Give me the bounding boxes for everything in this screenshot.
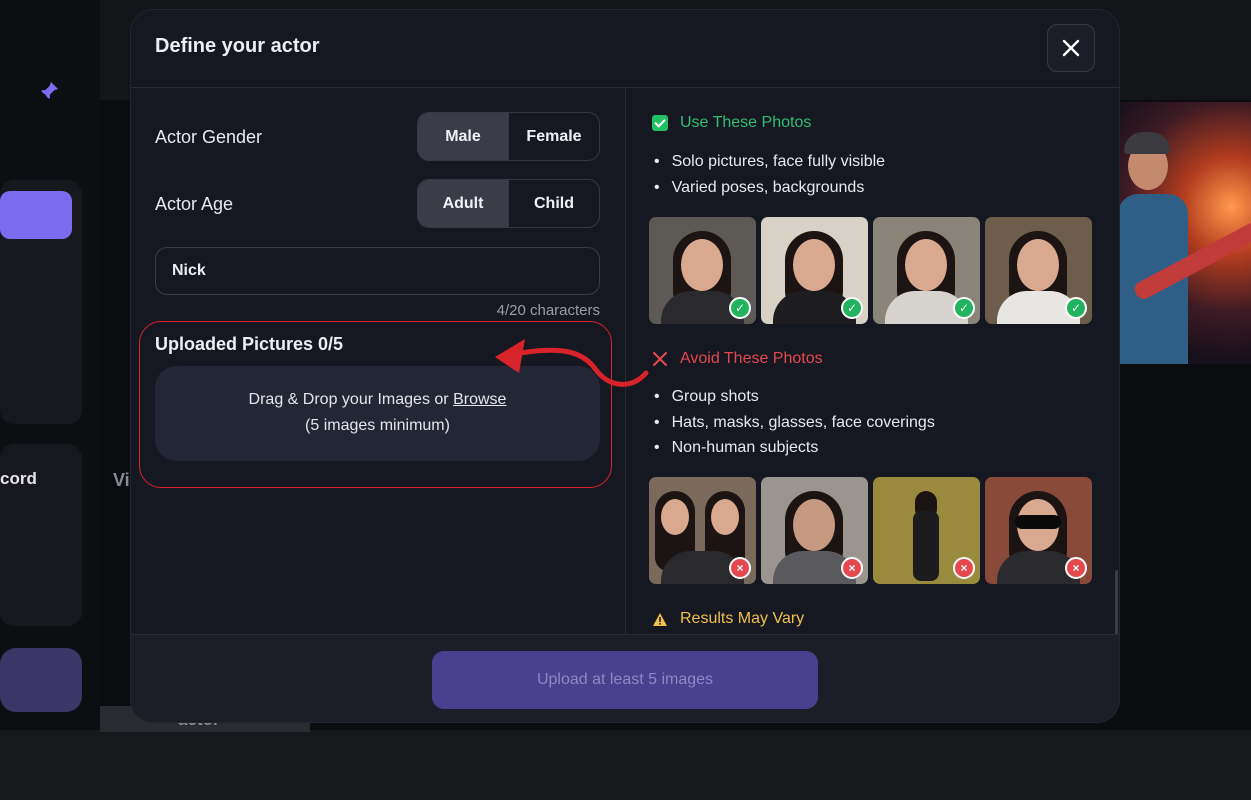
age-option-adult[interactable]: Adult — [418, 180, 508, 227]
check-icon: ✓ — [841, 297, 863, 319]
results-warning: Results May Vary — [652, 610, 804, 628]
background-card-label: cord — [0, 469, 37, 488]
sunglasses-icon — [1015, 515, 1061, 529]
avoid-photos-heading: Avoid These Photos — [652, 350, 823, 368]
results-warning-text: Results May Vary — [680, 610, 805, 627]
background-active-item — [0, 191, 72, 239]
x-icon: × — [841, 557, 863, 579]
check-icon: ✓ — [729, 297, 751, 319]
define-actor-modal: Define your actor Actor Gender Male Fema… — [131, 10, 1119, 722]
list-item: Varied poses, backgrounds — [652, 175, 885, 201]
checkbox-checked-icon — [652, 115, 668, 131]
upload-submit-button[interactable]: Upload at least 5 images — [432, 651, 818, 709]
background-bottom-bar — [0, 730, 1251, 800]
guidelines-scrollbar[interactable] — [1115, 570, 1118, 634]
background-label: Vi — [113, 470, 130, 490]
annotation-arrow-icon — [495, 339, 649, 387]
list-item: Hats, masks, glasses, face coverings — [652, 410, 935, 436]
x-icon: × — [953, 557, 975, 579]
x-mark-icon — [653, 352, 667, 366]
close-button[interactable] — [1047, 24, 1095, 72]
list-item: Non-human subjects — [652, 435, 935, 461]
good-example-photo: ✓ — [649, 217, 756, 324]
bad-example-photo: × — [649, 477, 756, 584]
age-label: Actor Age — [155, 194, 234, 214]
good-example-photo: ✓ — [761, 217, 868, 324]
good-example-photo: ✓ — [985, 217, 1092, 324]
gender-label: Actor Gender — [155, 127, 263, 147]
actor-name-input[interactable] — [155, 247, 600, 295]
background-button — [0, 648, 82, 712]
age-option-child[interactable]: Child — [508, 180, 599, 227]
gender-option-male[interactable]: Male — [418, 113, 508, 160]
dropzone-text: Drag & Drop your Images or — [248, 391, 454, 408]
avoid-photos-heading-text: Avoid These Photos — [680, 350, 823, 367]
background-video-preview — [1118, 102, 1251, 364]
pin-icon — [38, 80, 60, 108]
use-photos-list: Solo pictures, face fully visible Varied… — [652, 149, 885, 200]
age-toggle: Adult Child — [417, 179, 600, 228]
check-icon: ✓ — [953, 297, 975, 319]
uploaded-pictures-title: Uploaded Pictures 0/5 — [155, 334, 344, 354]
use-photos-heading-text: Use These Photos — [680, 114, 812, 131]
x-icon: × — [729, 557, 751, 579]
list-item: Solo pictures, face fully visible — [652, 149, 885, 175]
modal-footer: Upload at least 5 images — [131, 634, 1119, 722]
check-icon: ✓ — [1065, 297, 1087, 319]
bad-example-photo: × — [873, 477, 980, 584]
bad-examples-row: × × × × — [649, 477, 1092, 584]
good-example-photo: ✓ — [873, 217, 980, 324]
modal-header: Define your actor — [131, 10, 1119, 88]
bad-example-photo: × — [761, 477, 868, 584]
modal-title: Define your actor — [155, 35, 320, 57]
avoid-photos-list: Group shots Hats, masks, glasses, face c… — [652, 384, 935, 461]
close-icon — [1062, 39, 1080, 57]
use-photos-heading: Use These Photos — [652, 114, 811, 132]
x-icon: × — [1065, 557, 1087, 579]
list-item: Group shots — [652, 384, 935, 410]
good-examples-row: ✓ ✓ ✓ ✓ — [649, 217, 1092, 324]
dropzone-minimum-note: (5 images minimum) — [305, 417, 450, 434]
gender-option-female[interactable]: Female — [508, 113, 599, 160]
gender-toggle: Male Female — [417, 112, 600, 161]
bad-example-photo: × — [985, 477, 1092, 584]
warning-icon — [653, 612, 667, 626]
